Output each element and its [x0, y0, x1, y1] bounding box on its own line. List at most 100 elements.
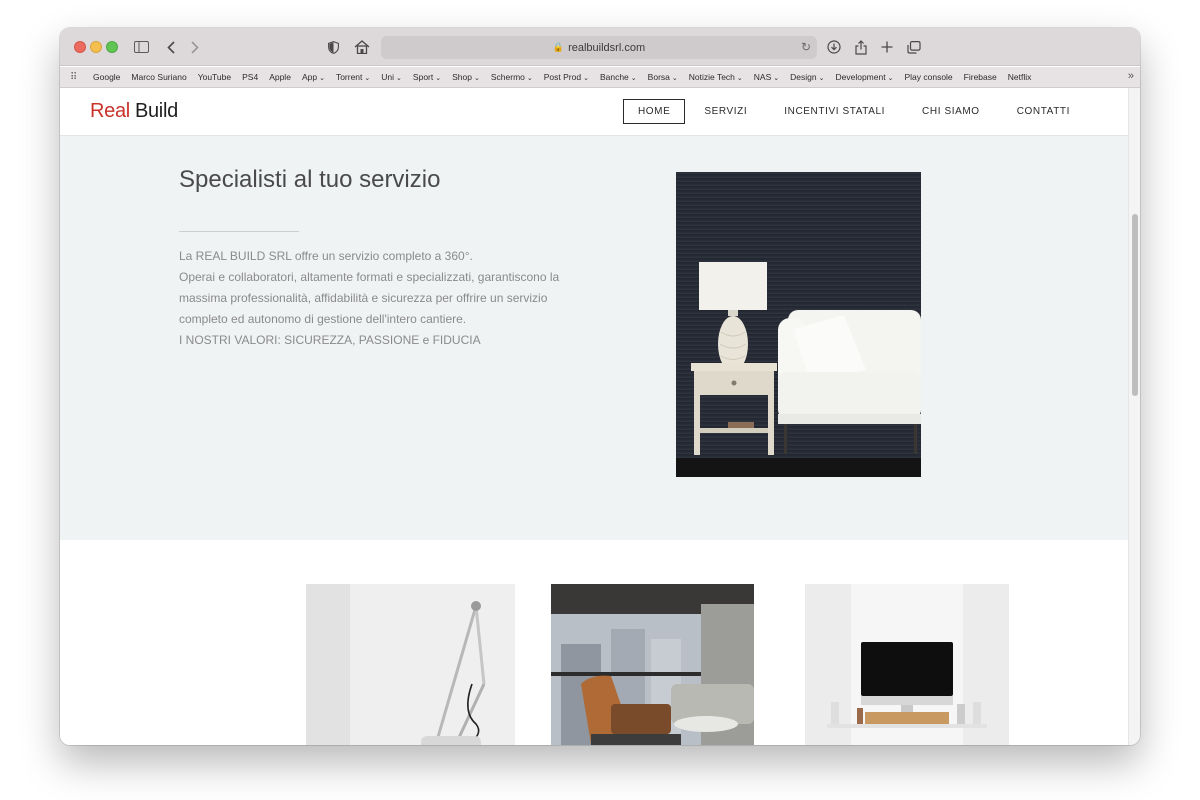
address-bar[interactable]: 🔒 realbuildsrl.com ↻	[381, 36, 817, 59]
forward-icon[interactable]	[188, 37, 202, 57]
bookmark-item[interactable]: Play console	[904, 72, 952, 82]
chevron-down-icon: ⌄	[435, 75, 442, 82]
hero-paragraph: Operai e collaboratori, altamente format…	[179, 270, 560, 326]
page-scrollbar[interactable]	[1128, 88, 1140, 745]
chevron-down-icon: ⌄	[887, 75, 894, 82]
gallery-image-armchair[interactable]	[551, 584, 754, 745]
chevron-down-icon: ⌄	[630, 75, 637, 82]
bookmark-label: App	[301, 72, 318, 82]
bookmark-item[interactable]: Uni ⌄	[381, 72, 402, 82]
chevron-down-icon: ⌄	[671, 75, 678, 82]
zoom-window-button[interactable]	[106, 41, 118, 53]
logo-real-text: Real	[90, 100, 130, 122]
bookmark-label: Apple	[269, 72, 291, 82]
share-icon[interactable]	[853, 37, 869, 57]
bookmark-item[interactable]: App ⌄	[302, 72, 325, 82]
scrollbar-thumb[interactable]	[1132, 214, 1138, 396]
bookmark-item[interactable]: Post Prod ⌄	[544, 72, 589, 82]
chevron-down-icon: ⌄	[583, 75, 589, 82]
bookmark-label: Play console	[904, 72, 953, 82]
chevron-down-icon: ⌄	[473, 75, 480, 82]
url-text: realbuildsrl.com	[568, 41, 646, 54]
hero-divider	[179, 231, 299, 232]
bookmark-item[interactable]: Shop ⌄	[452, 72, 480, 82]
bookmark-item[interactable]: Torrent ⌄	[336, 72, 370, 82]
new-tab-icon[interactable]	[879, 37, 895, 57]
nav-home[interactable]: HOME	[622, 99, 686, 124]
bookmarks-bar: ⠿ Google Marco Suriano YouTube PS4 Apple App ⌄…	[60, 67, 1140, 88]
site-header: Real Build HOME SERVIZI INCENTIVI STATALI…	[60, 88, 1128, 136]
bookmark-label: Schermo	[490, 72, 525, 82]
minimize-window-button[interactable]	[90, 41, 102, 53]
browser-window: 🔒 realbuildsrl.com ↻ ⠿ Google Marco Suria…	[60, 28, 1140, 745]
bookmark-item[interactable]: PS4	[242, 72, 258, 82]
nav-servizi[interactable]: SERVIZI	[686, 100, 765, 123]
hero-title: Specialisti al tuo servizio	[179, 166, 441, 193]
living-room-image	[676, 172, 921, 477]
bookmark-item[interactable]: Sport ⌄	[413, 72, 441, 82]
bookmark-item[interactable]: Apple	[269, 72, 291, 82]
privacy-shield-icon[interactable]	[326, 37, 340, 57]
bookmark-item[interactable]: Borsa ⌄	[648, 72, 678, 82]
gallery-section	[60, 540, 1128, 745]
bookmark-label: Borsa	[647, 72, 670, 82]
bookmark-label: Sport	[412, 72, 434, 82]
gallery-image-desk-computer[interactable]	[805, 584, 1009, 745]
logo-build-text: Build	[134, 100, 178, 122]
bookmark-label: YouTube	[197, 72, 232, 82]
bookmark-label: Notizie Tech	[688, 72, 735, 82]
site-logo[interactable]: Real Build	[90, 100, 178, 123]
downloads-icon[interactable]	[826, 37, 842, 57]
bookmark-item[interactable]: Marco Suriano	[131, 72, 186, 82]
bookmark-item[interactable]: Banche ⌄	[600, 72, 637, 82]
bookmark-item[interactable]: Netflix	[1008, 72, 1032, 82]
home-icon[interactable]	[353, 37, 371, 57]
more-bookmarks-icon[interactable]: »	[1128, 70, 1134, 82]
bookmark-item[interactable]: Schermo ⌄	[491, 72, 533, 82]
bookmark-label: Shop	[452, 72, 472, 82]
reload-icon[interactable]: ↻	[801, 40, 811, 54]
bookmark-label: Development	[835, 72, 886, 82]
nav-incentivi-statali[interactable]: INCENTIVI STATALI	[766, 100, 903, 123]
bookmark-item[interactable]: Google	[93, 72, 120, 82]
favorites-grid-icon[interactable]: ⠿	[70, 72, 82, 83]
sidebar-toggle-icon[interactable]	[132, 37, 150, 57]
bookmark-label: PS4	[242, 72, 259, 82]
chevron-down-icon: ⌄	[736, 75, 743, 82]
back-icon[interactable]	[164, 37, 178, 57]
chevron-down-icon: ⌄	[818, 75, 825, 82]
bookmark-item[interactable]: Design ⌄	[790, 72, 824, 82]
bookmark-label: Uni	[381, 72, 395, 82]
nav-contatti[interactable]: CONTATTI	[999, 100, 1088, 123]
bookmark-label: NAS	[753, 72, 772, 82]
bookmark-label: Design	[790, 72, 817, 82]
hero-text: La REAL BUILD SRL offre un servizio comp…	[179, 246, 579, 351]
chevron-down-icon: ⌄	[319, 75, 325, 82]
bookmark-label: Marco Suriano	[131, 72, 187, 82]
lock-icon: 🔒	[552, 42, 565, 52]
page-viewport: Real Build HOME SERVIZI INCENTIVI STATALI…	[60, 88, 1128, 745]
bookmark-item[interactable]: YouTube	[198, 72, 231, 82]
bookmark-label: Post Prod	[543, 72, 582, 82]
hero-paragraph: La REAL BUILD SRL offre un servizio comp…	[179, 249, 473, 263]
bookmark-item[interactable]: Notizie Tech ⌄	[689, 72, 743, 82]
bookmark-label: Torrent	[335, 72, 363, 82]
browser-toolbar: 🔒 realbuildsrl.com ↻	[60, 28, 1140, 66]
bookmark-item[interactable]: Firebase	[964, 72, 997, 82]
chevron-down-icon: ⌄	[773, 75, 780, 82]
bookmark-label: Google	[93, 72, 121, 82]
bookmark-label: Netflix	[1007, 72, 1032, 82]
close-window-button[interactable]	[74, 41, 86, 53]
chevron-down-icon: ⌄	[364, 75, 371, 82]
main-nav: HOME SERVIZI INCENTIVI STATALI CHI SIAMO…	[622, 99, 1088, 124]
hero-section: Specialisti al tuo servizio La REAL BUIL…	[60, 136, 1128, 540]
nav-chi-siamo[interactable]: CHI SIAMO	[904, 100, 998, 123]
gallery-image-desk-lamp[interactable]	[306, 584, 515, 745]
tab-overview-icon[interactable]	[906, 37, 922, 57]
hero-paragraph: I NOSTRI VALORI: SICUREZZA, PASSIONE e F…	[179, 333, 481, 347]
chevron-down-icon: ⌄	[396, 75, 402, 82]
bookmark-label: Firebase	[963, 72, 997, 82]
bookmark-item[interactable]: Development ⌄	[836, 72, 894, 82]
bookmark-label: Banche	[599, 72, 629, 82]
bookmark-item[interactable]: NAS ⌄	[754, 72, 779, 82]
